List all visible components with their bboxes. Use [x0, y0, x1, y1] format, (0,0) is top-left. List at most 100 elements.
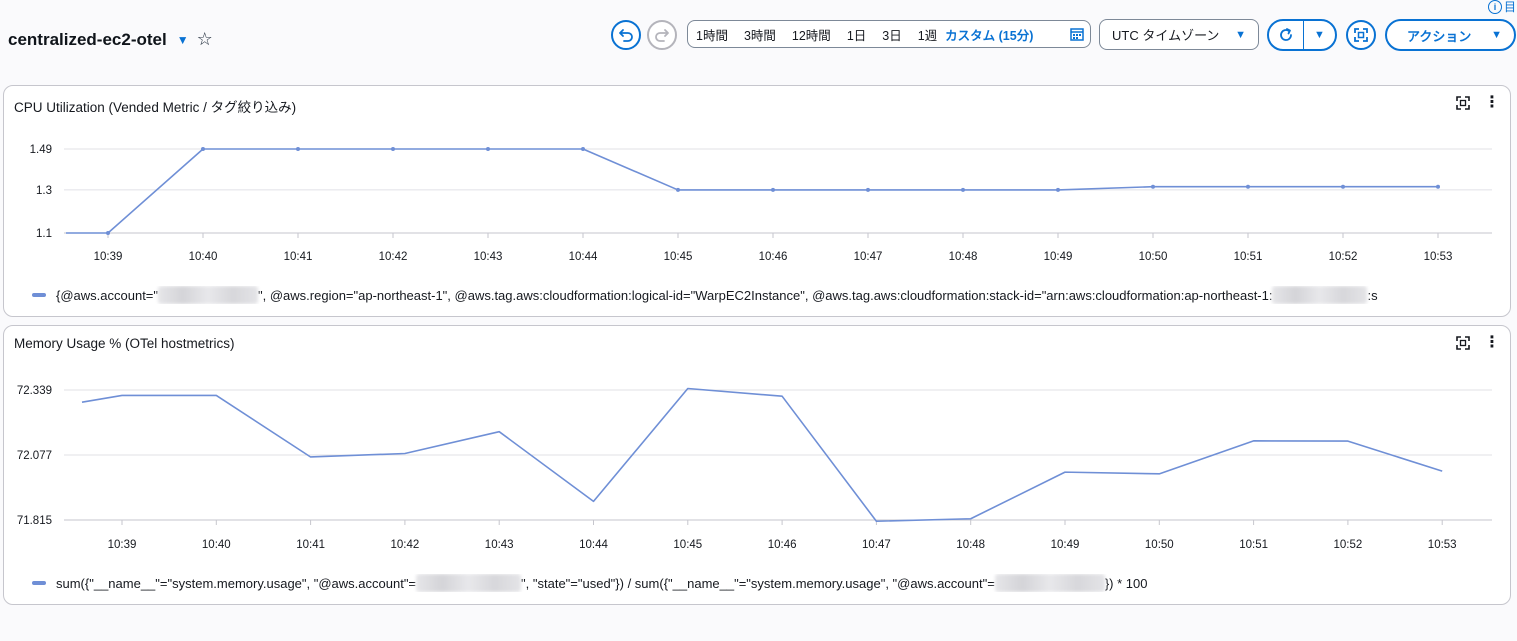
legend-part: }) * 100 — [1104, 575, 1148, 591]
x-tick-label: 10:45 — [664, 251, 693, 263]
x-tick-label: 10:43 — [474, 251, 503, 263]
x-tick-label: 10:44 — [579, 539, 608, 551]
page-title: centralized-ec2-otel — [8, 29, 167, 49]
legend-label: sum({"__name__"="system.memory.usage", "… — [56, 574, 1147, 592]
legend-swatch — [32, 581, 46, 585]
x-tick-label: 10:44 — [569, 251, 598, 263]
x-tick-label: 10:41 — [284, 251, 313, 263]
x-tick-label: 10:45 — [673, 539, 702, 551]
more-options-icon[interactable]: ⋮ — [1484, 335, 1500, 351]
title-dropdown-icon[interactable]: ▼ — [177, 33, 189, 47]
actions-button[interactable]: アクション ▼ — [1385, 19, 1516, 51]
chart-legend[interactable]: sum({"__name__"="system.memory.usage", "… — [32, 574, 1488, 592]
series-line[interactable] — [66, 148, 1438, 234]
data-point[interactable] — [201, 147, 205, 151]
redacted-stack — [1272, 286, 1368, 304]
data-point[interactable] — [486, 147, 490, 151]
fullscreen-button[interactable] — [1346, 20, 1376, 50]
data-point[interactable] — [106, 231, 110, 235]
data-point[interactable] — [1151, 184, 1155, 189]
time-range-selector: 1時間 3時間 12時間 1日 3日 1週 カスタム (15分) — [687, 20, 1091, 48]
data-point[interactable] — [296, 147, 300, 151]
range-12h[interactable]: 12時間 — [792, 25, 831, 44]
x-tick-label: 10:46 — [768, 539, 797, 551]
data-point[interactable] — [676, 187, 680, 192]
dashboard-title-group: centralized-ec2-otel ▼ ☆ — [8, 29, 213, 50]
chart-legend[interactable]: {@aws.account=" ", @aws.region="ap-north… — [32, 286, 1488, 304]
refresh-interval-dropdown[interactable]: ▼ — [1304, 21, 1335, 49]
range-custom[interactable]: カスタム (15分) — [945, 25, 1033, 44]
x-tick-label: 10:42 — [391, 539, 420, 551]
x-tick-label: 10:40 — [202, 539, 231, 551]
x-tick-label: 10:42 — [379, 251, 408, 263]
timezone-select[interactable]: UTC タイムゾーン ▼ — [1099, 19, 1259, 50]
x-tick-label: 10:52 — [1334, 539, 1363, 551]
x-tick-label: 10:43 — [485, 539, 514, 551]
cpu-chart: 1.49 1.3 1.1 10:39 10:40 10:41 10:42 10:43 10:44… — [30, 144, 1492, 263]
redacted-account — [416, 574, 522, 592]
legend-part: sum({"__name__"="system.memory.usage", "… — [56, 575, 417, 591]
legend-part: {@aws.account=" — [56, 287, 159, 303]
legend-part: ", @aws.region="ap-northeast-1", @aws.ta… — [258, 287, 1273, 303]
data-point[interactable] — [581, 147, 585, 151]
y-tick-label: 72.077 — [17, 450, 52, 462]
refresh-button[interactable] — [1269, 21, 1303, 49]
undo-icon — [619, 29, 633, 42]
chevron-down-icon: ▼ — [1235, 28, 1246, 41]
timezone-value: UTC タイムゾーン — [1112, 28, 1220, 43]
legend-swatch — [32, 293, 46, 297]
x-tick-label: 10:51 — [1239, 539, 1268, 551]
x-tick-label: 10:41 — [296, 539, 325, 551]
data-point[interactable] — [961, 187, 965, 192]
range-3d[interactable]: 3日 — [882, 25, 901, 44]
expand-icon[interactable] — [1456, 336, 1470, 350]
refresh-icon — [1280, 28, 1292, 41]
data-point[interactable] — [391, 147, 395, 151]
x-tick-label: 10:40 — [189, 251, 218, 263]
actions-label: アクション — [1407, 28, 1472, 44]
chevron-down-icon: ▼ — [1491, 29, 1502, 41]
more-options-icon[interactable]: ⋮ — [1484, 95, 1500, 111]
redo-button[interactable] — [647, 20, 677, 50]
legend-part: :s — [1367, 287, 1378, 303]
data-point[interactable] — [1341, 184, 1345, 189]
x-tick-label: 10:48 — [949, 251, 978, 263]
info-icon: i — [1488, 0, 1502, 14]
x-tick-label: 10:49 — [1051, 539, 1080, 551]
legend-label: {@aws.account=" ", @aws.region="ap-north… — [56, 286, 1378, 304]
widget-title: Memory Usage % (OTel hostmetrics) — [14, 336, 235, 351]
range-1w[interactable]: 1週 — [918, 25, 937, 44]
expand-icon[interactable] — [1456, 96, 1470, 110]
x-tick-label: 10:49 — [1044, 251, 1073, 263]
widget-title: CPU Utilization (Vended Metric / タグ絞り込み) — [14, 100, 297, 115]
x-tick-label: 10:47 — [854, 251, 883, 263]
calendar-icon[interactable] — [1070, 27, 1084, 41]
legend-part: ", "state"="used"}) / sum({"__name__"="s… — [521, 575, 995, 591]
data-point[interactable] — [1056, 187, 1060, 192]
y-tick-label: 1.1 — [36, 228, 52, 240]
memory-chart: 72.339 72.077 71.815 10:39 10:40 10:41 10:42 10… — [17, 385, 1492, 551]
x-tick-label: 10:50 — [1139, 251, 1168, 263]
x-tick-label: 10:46 — [759, 251, 788, 263]
refresh-button-group: ▼ — [1267, 19, 1337, 51]
data-point[interactable] — [771, 187, 775, 192]
range-1h[interactable]: 1時間 — [696, 25, 728, 44]
undo-button[interactable] — [611, 20, 641, 50]
redacted-account — [158, 286, 259, 304]
data-point[interactable] — [1246, 184, 1250, 189]
info-link[interactable]: i 目 — [1488, 0, 1516, 15]
data-point[interactable] — [866, 187, 870, 192]
x-tick-label: 10:50 — [1145, 539, 1174, 551]
widget-cpu-utilization: CPU Utilization (Vended Metric / タグ絞り込み)… — [3, 85, 1511, 317]
y-tick-label: 1.3 — [36, 185, 52, 197]
widget-memory-usage: Memory Usage % (OTel hostmetrics) ⋮ 72.3… — [3, 325, 1511, 605]
data-point[interactable] — [1436, 184, 1440, 189]
y-tick-label: 1.49 — [30, 144, 52, 156]
favorite-star-icon[interactable]: ☆ — [197, 29, 213, 50]
redacted-account — [994, 574, 1105, 592]
x-tick-label: 10:51 — [1234, 251, 1263, 263]
range-3h[interactable]: 3時間 — [744, 25, 776, 44]
fullscreen-icon — [1354, 28, 1368, 42]
range-1d[interactable]: 1日 — [847, 25, 866, 44]
redo-icon — [655, 29, 669, 42]
